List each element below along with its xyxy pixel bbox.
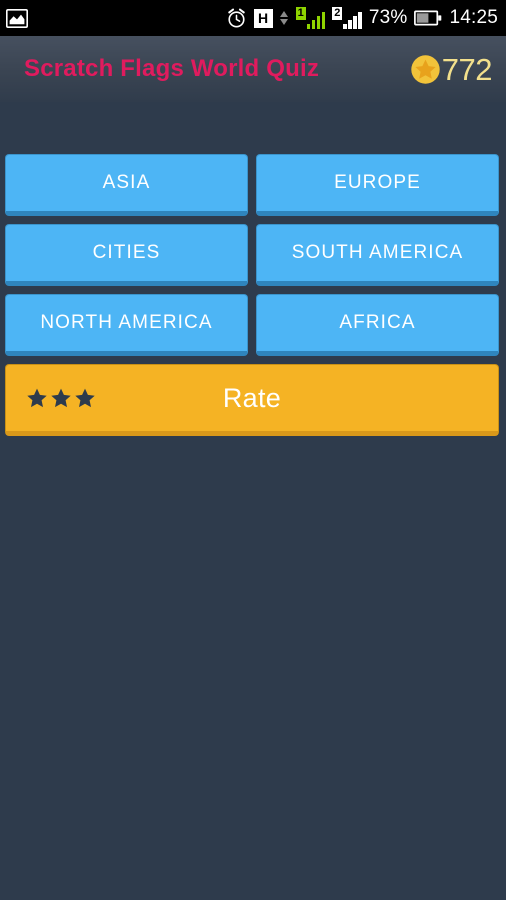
battery-icon [414,10,442,26]
category-label: SOUTH AMERICA [291,242,464,263]
score-display: 772 [410,51,493,87]
app-header: Scratch Flags World Quiz 772 [0,36,506,102]
category-label: EUROPE [334,172,421,193]
category-button-africa[interactable]: AFRICA [256,294,499,356]
gallery-icon [6,8,28,28]
main-content: ASIA EUROPE CITIES SOUTH AMERICA NORTH A… [0,102,506,900]
category-button-south-america[interactable]: SOUTH AMERICA [256,224,499,286]
status-bar: H 1 2 73% 14:25 [0,0,506,36]
rate-button[interactable]: Rate [5,364,499,436]
data-transfer-arrows-icon [279,8,288,28]
status-bar-right-icons: H 1 2 73% 14:25 [226,7,498,29]
sim2-signal-icon: 2 [332,7,362,29]
category-button-asia[interactable]: ASIA [5,154,248,216]
category-grid: ASIA EUROPE CITIES SOUTH AMERICA NORTH A… [0,154,506,356]
star-icon [26,387,48,409]
sim2-label: 2 [332,7,343,20]
sim2-signal-bars [343,11,362,29]
category-label: ASIA [102,172,151,193]
sim1-signal-icon: 1 [295,7,326,29]
category-label: NORTH AMERICA [40,312,213,333]
sim1-label: 1 [295,7,306,20]
category-label: CITIES [92,242,161,263]
category-button-north-america[interactable]: NORTH AMERICA [5,294,248,356]
category-button-cities[interactable]: CITIES [5,224,248,286]
star-icon [50,387,72,409]
gold-star-coin-icon [410,54,441,85]
star-icon [74,387,96,409]
battery-percent-label: 73% [368,7,408,28]
category-label: AFRICA [339,312,416,333]
alarm-clock-icon [226,8,247,29]
score-value: 772 [441,51,493,87]
category-button-europe[interactable]: EUROPE [256,154,499,216]
sim1-signal-bars [306,11,326,29]
rating-stars [26,387,96,409]
page-title: Scratch Flags World Quiz [24,55,320,82]
hspa-network-icon: H [253,8,273,28]
status-bar-left-icons [6,8,28,28]
clock-label: 14:25 [449,7,498,28]
